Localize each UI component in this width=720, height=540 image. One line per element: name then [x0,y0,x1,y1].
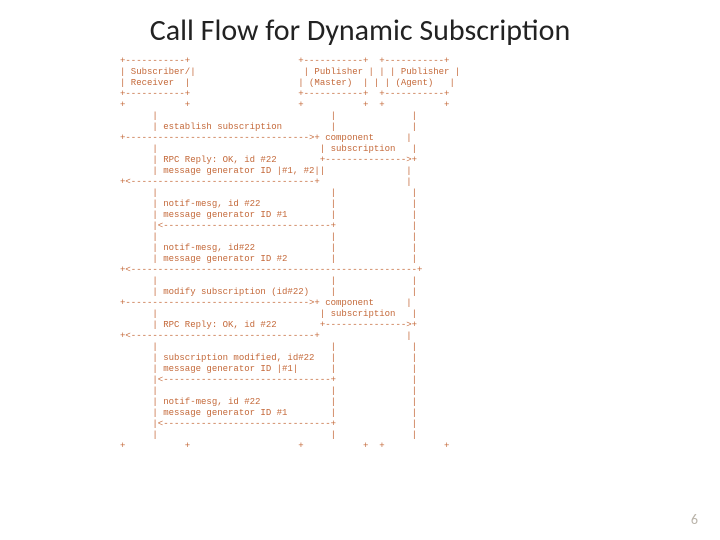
call-flow-diagram: +-----------+ +-----------+ +-----------… [120,56,600,452]
page-number: 6 [691,511,698,528]
slide: Call Flow for Dynamic Subscription +----… [0,0,720,540]
page-title: Call Flow for Dynamic Subscription [0,12,720,49]
